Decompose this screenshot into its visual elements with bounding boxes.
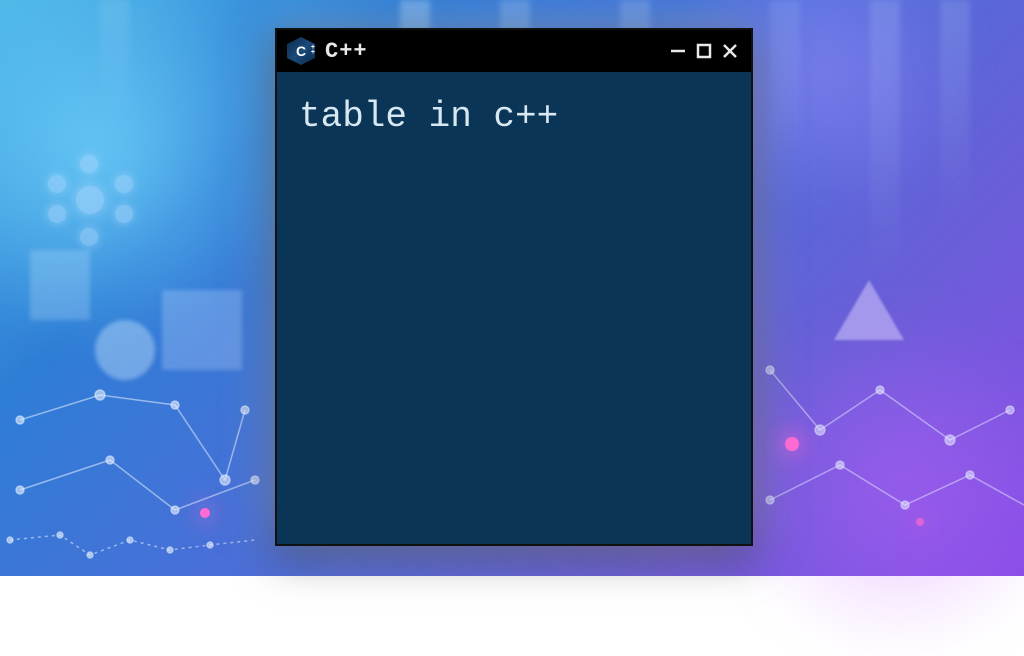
- bg-light-streak: [870, 0, 900, 280]
- bg-light-streak: [100, 0, 130, 120]
- titlebar[interactable]: C ++ C++: [277, 30, 751, 72]
- cpp-hexagon-icon: C ++: [287, 37, 315, 65]
- bg-glow-dot: [785, 437, 799, 451]
- bg-shape-triangle: [834, 280, 904, 340]
- bg-light-streak: [770, 0, 800, 160]
- bg-glow-dot: [916, 518, 924, 526]
- window-title: C++: [325, 39, 368, 64]
- molecule-icon: [40, 150, 140, 250]
- terminal-content[interactable]: table in c++: [277, 72, 751, 161]
- close-button[interactable]: [719, 40, 741, 62]
- title-left: C ++ C++: [287, 37, 368, 65]
- window-controls: [667, 40, 741, 62]
- terminal-window: C ++ C++ table in c++: [275, 28, 753, 546]
- bg-glow-dot: [200, 508, 210, 518]
- maximize-button[interactable]: [693, 40, 715, 62]
- bg-glow-magenta: [724, 306, 1024, 656]
- bg-shape-square: [30, 250, 90, 320]
- minimize-button[interactable]: [667, 40, 689, 62]
- terminal-text: table in c++: [299, 96, 558, 137]
- bg-shape-square: [162, 290, 242, 370]
- bg-shape-circle: [95, 320, 155, 380]
- bg-light-streak: [940, 0, 970, 220]
